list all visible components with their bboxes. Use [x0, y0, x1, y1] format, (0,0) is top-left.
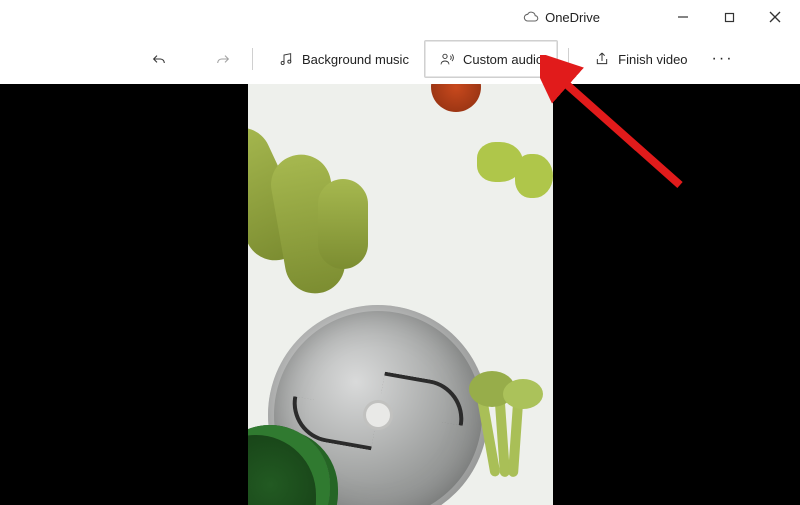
- window-controls: [660, 0, 798, 34]
- undo-icon: [151, 51, 167, 67]
- person-audio-icon: [439, 51, 455, 67]
- custom-audio-button[interactable]: Custom audio: [424, 40, 558, 78]
- maximize-icon: [724, 12, 735, 23]
- ellipsis-icon: ···: [712, 50, 734, 68]
- finish-video-button[interactable]: Finish video: [579, 40, 702, 78]
- redo-button[interactable]: [204, 40, 242, 78]
- minimize-button[interactable]: [660, 0, 706, 34]
- background-music-label: Background music: [302, 52, 409, 67]
- separator: [568, 48, 569, 70]
- close-button[interactable]: [752, 0, 798, 34]
- share-icon: [594, 51, 610, 67]
- cloud-icon: [523, 9, 539, 25]
- video-preview[interactable]: [248, 84, 553, 505]
- custom-audio-label: Custom audio: [463, 52, 543, 67]
- background-music-button[interactable]: Background music: [263, 40, 424, 78]
- onedrive-indicator[interactable]: OneDrive: [523, 9, 600, 25]
- music-icon: [278, 51, 294, 67]
- undo-button[interactable]: [140, 40, 178, 78]
- separator: [252, 48, 253, 70]
- redo-icon: [215, 51, 231, 67]
- video-stage: [0, 84, 800, 505]
- maximize-button[interactable]: [706, 0, 752, 34]
- close-icon: [769, 11, 781, 23]
- minimize-icon: [677, 11, 689, 23]
- finish-video-label: Finish video: [618, 52, 687, 67]
- onedrive-label: OneDrive: [545, 10, 600, 25]
- toolbar: Background music Custom audio Finish vid…: [0, 34, 800, 84]
- title-bar: OneDrive: [0, 0, 800, 34]
- more-button[interactable]: ···: [703, 40, 743, 78]
